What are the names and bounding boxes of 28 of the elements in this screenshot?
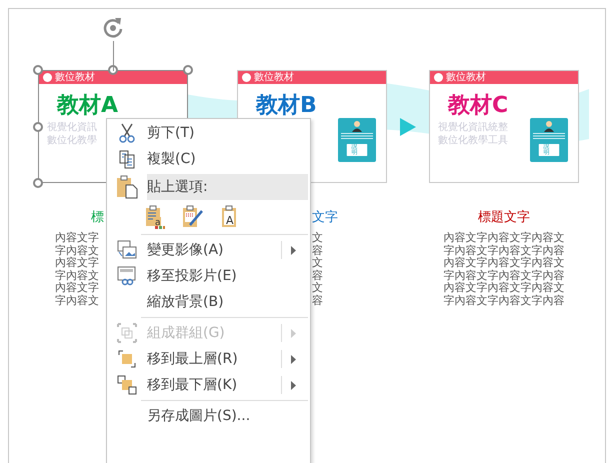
- body-text-line: 內容文字: [55, 282, 99, 294]
- body-text-line: 文: [312, 232, 323, 244]
- body-text-line: 字內容文: [55, 244, 99, 257]
- body-text-line: 字內容文: [55, 270, 99, 282]
- body-text-line: 文: [312, 257, 323, 270]
- body-text-line: 字內容文字內容文字內容: [444, 294, 564, 308]
- thumbnail-header-text: 數位教材: [254, 72, 294, 83]
- body-text-line: 內容文字: [55, 257, 99, 270]
- thumbnail-title: 教材A: [56, 92, 118, 120]
- body-text-line: 容: [312, 244, 323, 257]
- thumbnail-title: 教材B: [254, 92, 317, 120]
- column-title: 標題文字: [478, 210, 530, 226]
- column-title: 文字: [312, 210, 338, 226]
- body-text-line: 內容文字內容文字內容文: [444, 282, 564, 294]
- body-text-line: 文: [312, 282, 323, 294]
- body-text-line: 內容文字內容文字內容文: [444, 232, 564, 244]
- column-title: 標: [90, 210, 104, 226]
- thumbnail-header-text: 數位教材: [446, 72, 486, 83]
- body-text-line: 容: [312, 294, 323, 308]
- body-text-line: 容: [312, 270, 323, 282]
- thumbnail-header-text: 數位教材: [55, 72, 95, 83]
- body-text-line: 字內容文字內容文字內容: [444, 244, 564, 257]
- thumbnail-title: 教材C: [446, 92, 508, 120]
- body-text-line: 字內容文字內容文字內容: [444, 270, 564, 282]
- body-text-line: 內容文字內容文字內容文: [444, 257, 564, 270]
- body-text-line: 內容文字: [55, 232, 99, 244]
- menu-section-header: 貼上選項:: [147, 174, 308, 200]
- body-text-line: 字內容文: [55, 294, 99, 308]
